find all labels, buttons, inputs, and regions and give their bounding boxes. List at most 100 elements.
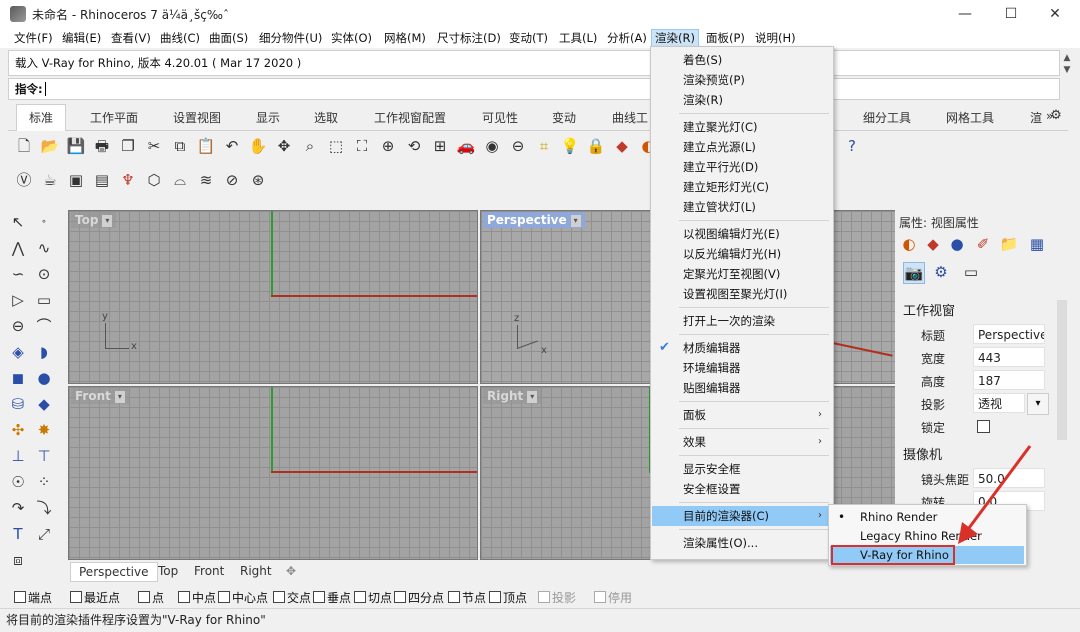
paste-icon[interactable]: 📋 xyxy=(196,136,216,156)
menu-item-effects[interactable]: 效果 › xyxy=(652,432,830,452)
sweep-icon[interactable]: ◗ xyxy=(34,342,54,362)
prop-projection-select[interactable]: 透视 xyxy=(973,393,1025,413)
menu-surface[interactable]: 曲面(S) xyxy=(206,30,251,47)
array-icon[interactable]: ⊥ xyxy=(8,446,28,466)
menu-item-render-properties[interactable]: 渲染属性(O)... xyxy=(652,533,830,553)
maximize-button[interactable]: ☐ xyxy=(988,0,1034,28)
vptab-top[interactable]: Top xyxy=(150,562,186,580)
viewport-top[interactable]: Top ▾ y x xyxy=(68,210,478,384)
osnap-point[interactable]: 点 xyxy=(138,589,164,606)
osnap-center[interactable]: 中心点 xyxy=(218,589,268,606)
osnap-mid[interactable]: 中点 xyxy=(178,589,216,606)
osnap-perp[interactable]: 垂点 xyxy=(313,589,351,606)
box-proxy-icon[interactable]: ⬡ xyxy=(144,170,164,190)
tab-standard[interactable]: 标准 xyxy=(16,104,67,131)
menu-item-render[interactable]: 渲染(R) xyxy=(652,90,830,110)
move-view-icon[interactable]: ✥ xyxy=(274,136,294,156)
chevron-down-icon[interactable]: ▾ xyxy=(570,214,581,227)
light-gen-icon[interactable]: ♆ xyxy=(118,170,138,190)
zoom-icon[interactable]: ⌕ xyxy=(300,136,320,156)
menu-panels[interactable]: 面板(P) xyxy=(703,30,748,47)
chevron-down-icon[interactable]: ▾ xyxy=(1027,393,1049,415)
tab-set-view[interactable]: 设置视图 xyxy=(173,109,221,126)
decal-icon[interactable]: ✐ xyxy=(973,234,993,254)
box-icon[interactable]: ◼ xyxy=(8,368,28,388)
osnap-tan[interactable]: 切点 xyxy=(354,589,392,606)
menu-item-rectangular-light[interactable]: 建立矩形灯光(C) xyxy=(652,177,830,197)
menu-analyze[interactable]: 分析(A) xyxy=(604,30,650,47)
chevron-down-icon[interactable]: ▾ xyxy=(102,214,113,227)
curve-icon[interactable]: ∿ xyxy=(34,238,54,258)
tab-cplanes[interactable]: 工作平面 xyxy=(90,109,138,126)
viewport-front-label[interactable]: Front ▾ xyxy=(71,388,129,404)
car-icon[interactable]: 🚗 xyxy=(456,136,476,156)
menu-solid[interactable]: 实体(O) xyxy=(328,30,375,47)
prop-title-field[interactable]: Perspective xyxy=(973,324,1045,344)
light-bulb-icon[interactable]: 💡 xyxy=(560,136,580,156)
circle-icon[interactable]: ⊖ xyxy=(8,316,28,336)
fillet-icon[interactable]: ↷ xyxy=(8,498,28,518)
sphere-light-icon[interactable]: ⊛ xyxy=(248,170,268,190)
chevron-down-icon[interactable]: ▾ xyxy=(527,390,538,403)
menu-dimension[interactable]: 尺寸标注(D) xyxy=(434,30,504,47)
menu-item-texture-editor[interactable]: 贴图编辑器 xyxy=(652,378,830,398)
menu-file[interactable]: 文件(F) xyxy=(11,30,56,47)
clipper-icon[interactable]: ⊘ xyxy=(222,170,242,190)
dimension-icon[interactable]: ⤢ xyxy=(34,524,54,544)
help-icon[interactable]: ? xyxy=(842,136,862,156)
grid-snap-icon[interactable]: ⌗ xyxy=(534,136,554,156)
settings-gear-icon[interactable]: ⚙ xyxy=(1046,106,1066,126)
cut-icon[interactable]: ✂ xyxy=(144,136,164,156)
object-icon[interactable]: ● xyxy=(947,234,967,254)
command-input[interactable]: 指令: xyxy=(8,78,1060,100)
zoom-window-icon[interactable]: ⬚ xyxy=(326,136,346,156)
frame-buffer-icon[interactable]: ▣ xyxy=(66,170,86,190)
menu-curve[interactable]: 曲线(C) xyxy=(157,30,203,47)
undo-icon[interactable]: ↶ xyxy=(222,136,242,156)
tab-mesh-tools[interactable]: 网格工具 xyxy=(946,109,994,126)
lock-checkbox[interactable] xyxy=(977,420,990,433)
viewport-right-label[interactable]: Right ▾ xyxy=(483,388,542,404)
osnap-end[interactable]: 端点 xyxy=(14,589,52,606)
surface-icon[interactable]: ◈ xyxy=(8,342,28,362)
rotate-view-icon[interactable]: ⟲ xyxy=(404,136,424,156)
osnap-project[interactable]: 投影 xyxy=(538,589,576,606)
menu-tools[interactable]: 工具(L) xyxy=(556,30,600,47)
open-folder-icon[interactable]: 📂 xyxy=(40,136,60,156)
viewport-perspective-label[interactable]: Perspective ▾ xyxy=(483,212,585,228)
menu-edit[interactable]: 编辑(E) xyxy=(59,30,104,47)
close-button[interactable]: ✕ xyxy=(1032,0,1078,28)
zoom-selected-icon[interactable]: ⊕ xyxy=(378,136,398,156)
menu-mesh[interactable]: 网格(M) xyxy=(381,30,429,47)
render-window-icon[interactable]: ▤ xyxy=(92,170,112,190)
menu-view[interactable]: 查看(V) xyxy=(108,30,154,47)
tab-visibility[interactable]: 可见性 xyxy=(482,109,518,126)
tab-render[interactable]: 渲 xyxy=(1030,109,1042,126)
menu-help[interactable]: 说明(H) xyxy=(752,30,799,47)
tab-display[interactable]: 显示 xyxy=(256,109,280,126)
menu-item-shade[interactable]: 着色(S) xyxy=(652,50,830,70)
tab-subd-tools[interactable]: 细分工具 xyxy=(863,109,911,126)
menu-item-point-light[interactable]: 建立点光源(L) xyxy=(652,137,830,157)
menu-item-edit-light-by-highlight[interactable]: 以反光编辑灯光(H) xyxy=(652,244,830,264)
panel-scrollbar[interactable] xyxy=(1057,300,1067,440)
select-arrow-icon[interactable]: ↖ xyxy=(8,212,28,232)
menu-subd[interactable]: 细分物件(U) xyxy=(256,30,325,47)
ellipse-icon[interactable]: ⊙ xyxy=(34,264,54,284)
snapshot-icon[interactable]: ⊖ xyxy=(508,136,528,156)
add-viewport-icon[interactable]: ✥ xyxy=(278,562,304,580)
explode-icon[interactable]: ✸ xyxy=(34,420,54,440)
prop-height-field[interactable]: 187 xyxy=(973,370,1045,390)
layer-icon[interactable]: ◆ xyxy=(612,136,632,156)
menu-item-environment-editor[interactable]: 环境编辑器 xyxy=(652,358,830,378)
menu-transform[interactable]: 变动(T) xyxy=(506,30,551,47)
viewport-front[interactable]: Front ▾ xyxy=(68,386,478,560)
vptab-perspective[interactable]: Perspective xyxy=(70,562,158,582)
teapot-icon[interactable]: ☕ xyxy=(40,170,60,190)
new-file-icon[interactable]: 🗋 xyxy=(14,136,34,156)
lock-icon[interactable]: 🔒 xyxy=(586,136,606,156)
menu-item-material-editor[interactable]: ✔ 材质编辑器 xyxy=(652,338,830,358)
minimize-button[interactable]: — xyxy=(942,0,988,28)
menu-item-tube-light[interactable]: 建立管状灯(L) xyxy=(652,197,830,217)
transform-icon[interactable]: ✣ xyxy=(8,420,28,440)
